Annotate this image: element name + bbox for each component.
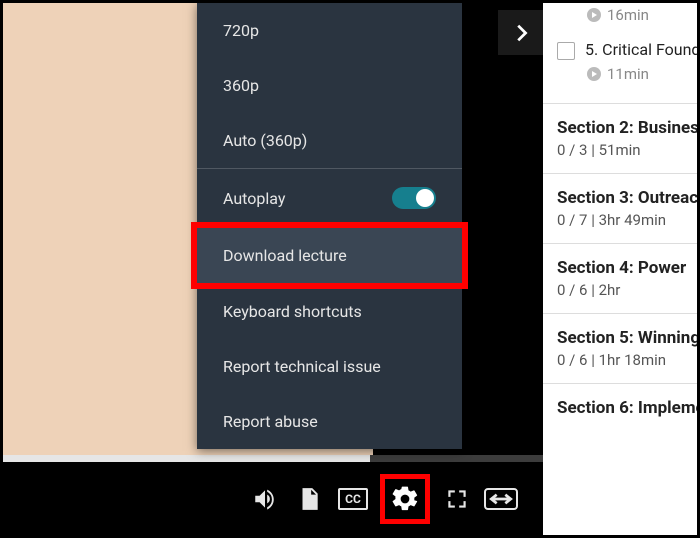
- prev-lecture-duration: 16min: [607, 6, 649, 24]
- lecture-5-row[interactable]: 5. Critical Foundation: [557, 32, 697, 62]
- captions-button[interactable]: CC: [336, 482, 370, 516]
- section-4[interactable]: Section 4: Power 0 / 6 | 2hr: [543, 243, 697, 313]
- quality-360p[interactable]: 360p: [197, 58, 462, 113]
- section-3[interactable]: Section 3: Outreach 0 / 7 | 3hr 49min: [543, 173, 697, 243]
- lecture-5-meta: 11min: [557, 62, 697, 91]
- keyboard-shortcuts[interactable]: Keyboard shortcuts: [197, 284, 462, 339]
- lecture-5-title: 5. Critical Foundation: [585, 40, 697, 59]
- section-2[interactable]: Section 2: Business 0 / 3 | 51min: [543, 103, 697, 173]
- settings-menu: 720p 360p Auto (360p) Autoplay Download …: [197, 3, 462, 449]
- volume-icon: [252, 486, 278, 512]
- section-4-title: Section 4: Power: [557, 258, 697, 278]
- autoplay-label: Autoplay: [223, 189, 285, 208]
- progress-bar[interactable]: [3, 455, 543, 462]
- lecture-5-checkbox[interactable]: [557, 42, 575, 60]
- gear-icon: [390, 484, 420, 514]
- section-4-meta: 0 / 6 | 2hr: [557, 278, 697, 299]
- cc-icon: CC: [338, 488, 368, 510]
- quality-720p[interactable]: 720p: [197, 3, 462, 58]
- chevron-right-icon: [510, 22, 532, 44]
- course-sidebar[interactable]: 16min 5. Critical Foundation 11min Secti…: [543, 3, 697, 535]
- toggle-knob: [416, 189, 434, 207]
- download-lecture-label: Download lecture: [223, 246, 347, 265]
- collapse-sidebar-button[interactable]: [498, 10, 543, 55]
- volume-button[interactable]: [248, 482, 282, 516]
- prev-lecture-meta: 16min: [557, 3, 697, 32]
- download-lecture[interactable]: Download lecture: [197, 228, 462, 284]
- section-3-meta: 0 / 7 | 3hr 49min: [557, 208, 697, 229]
- settings-button[interactable]: [380, 474, 430, 524]
- expand-button[interactable]: [484, 482, 518, 516]
- section-6[interactable]: Section 6: Implementation: [543, 383, 697, 432]
- section-6-title: Section 6: Implementation: [557, 398, 697, 418]
- section-3-title: Section 3: Outreach: [557, 188, 697, 208]
- section-5-meta: 0 / 6 | 1hr 18min: [557, 348, 697, 369]
- report-abuse[interactable]: Report abuse: [197, 394, 462, 449]
- lecture-5-duration: 11min: [607, 65, 649, 83]
- play-icon: [587, 67, 601, 81]
- document-icon: [296, 486, 322, 512]
- play-icon: [587, 8, 601, 22]
- fullscreen-icon: [444, 486, 470, 512]
- autoplay-toggle[interactable]: [392, 187, 436, 209]
- section-2-title: Section 2: Business: [557, 118, 697, 138]
- player-controls: CC: [3, 462, 543, 535]
- section-5-title: Section 5: Winning: [557, 328, 697, 348]
- section-5[interactable]: Section 5: Winning 0 / 6 | 1hr 18min: [543, 313, 697, 383]
- section-2-meta: 0 / 3 | 51min: [557, 138, 697, 159]
- transcript-button[interactable]: [292, 482, 326, 516]
- fullscreen-button[interactable]: [440, 482, 474, 516]
- quality-auto[interactable]: Auto (360p): [197, 113, 462, 169]
- progress-fill: [3, 455, 370, 462]
- expand-icon: [484, 488, 518, 510]
- autoplay-row[interactable]: Autoplay: [197, 169, 462, 228]
- report-technical-issue[interactable]: Report technical issue: [197, 339, 462, 394]
